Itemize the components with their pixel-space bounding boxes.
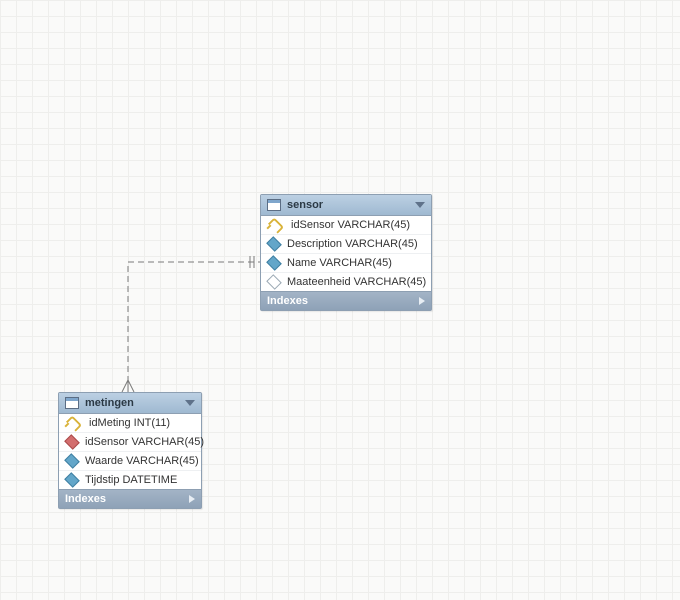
column-row[interactable]: idMeting INT(11) [59,414,201,433]
notnull-column-icon [266,255,282,271]
indexes-label: Indexes [267,295,308,307]
column-label: Waarde VARCHAR(45) [85,455,199,467]
column-row[interactable]: idSensor VARCHAR(45) [261,216,431,235]
table-sensor-header[interactable]: sensor [261,195,431,216]
table-sensor[interactable]: sensor idSensor VARCHAR(45) Description … [260,194,432,311]
column-row[interactable]: Waarde VARCHAR(45) [59,452,201,471]
table-metingen-indexes[interactable]: Indexes [59,489,201,508]
erd-canvas[interactable]: sensor idSensor VARCHAR(45) Description … [0,0,680,600]
table-metingen-columns: idMeting INT(11) idSensor VARCHAR(45) Wa… [59,414,201,489]
indexes-label: Indexes [65,493,106,505]
column-label: idSensor VARCHAR(45) [291,219,410,231]
column-row[interactable]: Name VARCHAR(45) [261,254,431,273]
notnull-column-icon [64,453,80,469]
table-icon [267,199,281,211]
expand-icon [189,495,195,503]
column-row[interactable]: Tijdstip DATETIME [59,471,201,489]
table-sensor-title: sensor [287,199,409,211]
expand-icon [419,297,425,305]
primary-key-icon [268,217,284,233]
column-label: Tijdstip DATETIME [85,474,177,486]
table-icon [65,397,79,409]
column-row[interactable]: Maateenheid VARCHAR(45) [261,273,431,291]
column-label: Description VARCHAR(45) [287,238,418,250]
column-row[interactable]: Description VARCHAR(45) [261,235,431,254]
column-label: idMeting INT(11) [89,417,170,429]
column-label: idSensor VARCHAR(45) [85,436,204,448]
table-metingen[interactable]: metingen idMeting INT(11) idSensor VARCH… [58,392,202,509]
table-metingen-header[interactable]: metingen [59,393,201,414]
table-sensor-columns: idSensor VARCHAR(45) Description VARCHAR… [261,216,431,291]
table-metingen-title: metingen [85,397,179,409]
nullable-column-icon [266,274,282,290]
column-label: Maateenheid VARCHAR(45) [287,276,426,288]
collapse-icon[interactable] [415,202,425,208]
table-sensor-indexes[interactable]: Indexes [261,291,431,310]
foreign-key-icon [64,434,80,450]
primary-key-icon [66,415,82,431]
column-label: Name VARCHAR(45) [287,257,392,269]
collapse-icon[interactable] [185,400,195,406]
notnull-column-icon [266,236,282,252]
column-row[interactable]: idSensor VARCHAR(45) [59,433,201,452]
notnull-column-icon [64,472,80,488]
